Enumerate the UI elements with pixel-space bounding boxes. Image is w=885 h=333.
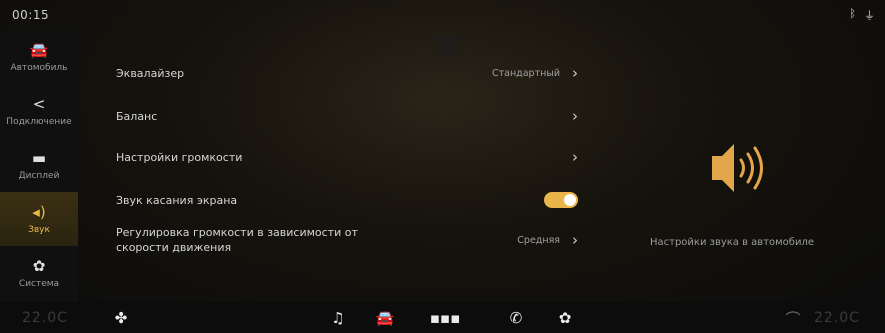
clock: 00:15 [12,8,50,22]
sidebar-item-label: Звук [28,225,50,235]
speaker-icon [712,144,763,192]
panel-caption: Настройки звука в автомобиле [649,237,815,248]
balance-row[interactable]: Баланс › [100,107,590,125]
gear-icon[interactable]: ✿ [552,308,578,328]
phone-icon[interactable]: ✆ [503,308,529,328]
bottom-dock: 22.0C ✤ ♫ 🚘 ▪▪▪ ✆ ✿ ⌒ 22.0C [0,302,885,333]
sidebar-item-car[interactable]: 🚘 Автомобиль [0,30,78,84]
sidebar-item-label: Подключение [6,117,72,127]
volume-settings-label: Настройки громкости [116,150,243,164]
chevron-right-icon: › [572,64,578,82]
infotainment-screen: 00:15 ᛒ ⏚ 🚘 Автомобиль < Подключение ▬ Д… [0,0,885,333]
temp-right[interactable]: 22.0C [814,310,860,326]
temp-left[interactable]: 22.0C [22,310,68,326]
share-icon: < [32,95,46,113]
speed-volume-label-line2: скорости движения [116,241,232,254]
chevron-right-icon: › [572,148,578,166]
equalizer-row[interactable]: Эквалайзер Стандартный › [100,64,590,82]
sidebar-item-label: Система [18,279,60,289]
touch-sound-row: Звук касания экрана [100,192,590,208]
sidebar: 🚘 Автомобиль < Подключение ▬ Дисплей ◂) … [0,30,78,302]
sidebar-item-connection[interactable]: < Подключение [0,84,78,138]
fan-icon[interactable]: ✤ [108,308,134,328]
sidebar-item-display[interactable]: ▬ Дисплей [0,138,78,192]
display-icon: ▬ [31,149,47,167]
apps-icon[interactable]: ▪▪▪ [428,308,462,328]
volume-settings-row[interactable]: Настройки громкости › [100,148,590,166]
seat-icon[interactable]: ⌒ [780,308,806,328]
equalizer-label: Эквалайзер [116,66,185,80]
sidebar-item-sound[interactable]: ◂) Звук [0,192,78,246]
gear-icon: ✿ [32,257,46,275]
music-icon[interactable]: ♫ [325,308,351,328]
speed-volume-value: Средняя [517,234,560,246]
placeholder-tile [437,35,459,57]
sound-info-panel: Настройки звука в автомобиле [612,120,852,270]
status-icons: ᛒ ⏚ [849,7,875,23]
speed-volume-label-line1: Регулировка громкости в зависимости от [116,226,358,239]
car-icon: 🚘 [29,41,49,59]
chevron-right-icon: › [572,107,578,125]
chevron-right-icon: › [572,231,578,249]
touch-sound-toggle[interactable] [544,192,578,208]
speed-volume-label: Регулировка громкости в зависимости от с… [116,225,358,255]
sidebar-item-system[interactable]: ✿ Система [0,246,78,300]
status-bar: 00:15 ᛒ ⏚ [0,0,885,30]
car-icon[interactable]: 🚘 [372,308,398,328]
equalizer-value: Стандартный [491,67,560,79]
balance-label: Баланс [116,109,158,123]
touch-sound-label: Звук касания экрана [116,193,238,207]
sidebar-item-label: Автомобиль [10,63,68,73]
sidebar-item-label: Дисплей [18,171,60,181]
usb-icon: ⏚ [864,9,875,22]
speaker-icon: ◂) [32,203,46,221]
bluetooth-icon: ᛒ [849,7,856,20]
speed-volume-row[interactable]: Регулировка громкости в зависимости от с… [100,225,590,255]
